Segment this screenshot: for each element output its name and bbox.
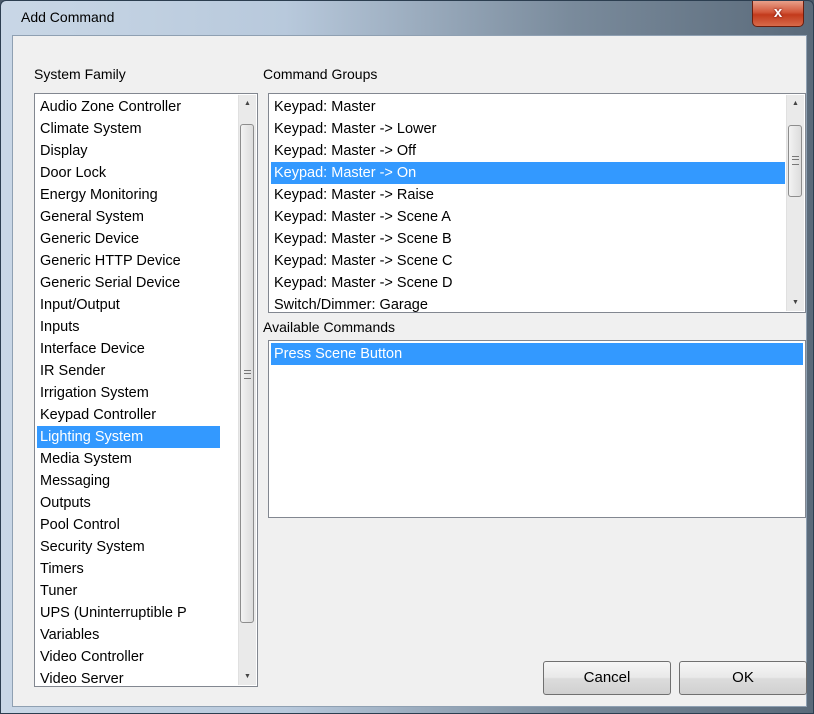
command-group-item[interactable]: Keypad: Master -> On — [271, 162, 785, 184]
command-group-item[interactable]: Keypad: Master -> Raise — [271, 184, 785, 206]
system-family-item[interactable]: Climate System — [37, 118, 220, 140]
system-family-listbox[interactable]: Audio Zone Controller Climate System Displ… — [34, 93, 258, 687]
available-commands-items: Press Scene Button — [271, 343, 803, 365]
available-command-item[interactable]: Press Scene Button — [271, 343, 803, 365]
system-family-item[interactable]: Video Controller — [37, 646, 220, 668]
command-groups-listbox[interactable]: Keypad: Master Keypad: Master -> Lower Key… — [268, 93, 806, 313]
command-group-item[interactable]: Keypad: Master — [271, 96, 785, 118]
ok-button[interactable]: OK — [679, 661, 807, 695]
system-family-item[interactable]: Pool Control — [37, 514, 220, 536]
system-family-items: Audio Zone Controller Climate System Displ… — [37, 96, 220, 686]
command-group-item[interactable]: Keypad: Master -> Lower — [271, 118, 785, 140]
system-family-item[interactable]: Generic Serial Device — [37, 272, 220, 294]
add-command-dialog: Add Command x System Family Audio Zone C… — [0, 0, 814, 714]
command-groups-scrollbar[interactable]: ▲ ▼ — [786, 95, 804, 311]
system-family-item[interactable]: UPS (Uninterruptible P — [37, 602, 220, 624]
command-group-item[interactable]: Keypad: Master -> Scene D — [271, 272, 785, 294]
command-group-item[interactable]: Switch/Dimmer: Garage — [271, 294, 785, 312]
chevron-down-icon[interactable]: ▼ — [239, 668, 256, 685]
title-bar[interactable]: Add Command x — [1, 1, 813, 33]
close-button[interactable]: x — [752, 1, 804, 27]
system-family-item[interactable]: Lighting System — [37, 426, 220, 448]
system-family-item[interactable]: IR Sender — [37, 360, 220, 382]
system-family-item[interactable]: Media System — [37, 448, 220, 470]
system-family-scrollbar[interactable]: ▲ ▼ — [238, 95, 256, 685]
system-family-item[interactable]: Security System — [37, 536, 220, 558]
system-family-item[interactable]: Outputs — [37, 492, 220, 514]
system-family-item[interactable]: Timers — [37, 558, 220, 580]
system-family-item[interactable]: Variables — [37, 624, 220, 646]
scroll-grip-icon — [792, 156, 799, 165]
window-title: Add Command — [21, 9, 115, 25]
system-family-item[interactable]: Irrigation System — [37, 382, 220, 404]
scrollbar-thumb[interactable] — [788, 125, 802, 197]
command-group-item[interactable]: Keypad: Master -> Scene A — [271, 206, 785, 228]
chevron-down-icon[interactable]: ▼ — [787, 294, 804, 311]
dialog-client-area: System Family Audio Zone Controller Clima… — [12, 35, 807, 707]
system-family-item[interactable]: Messaging — [37, 470, 220, 492]
system-family-label: System Family — [34, 66, 126, 82]
system-family-item[interactable]: Inputs — [37, 316, 220, 338]
command-group-item[interactable]: Keypad: Master -> Scene B — [271, 228, 785, 250]
cancel-button[interactable]: Cancel — [543, 661, 671, 695]
command-groups-items: Keypad: Master Keypad: Master -> Lower Key… — [271, 96, 785, 312]
command-group-item[interactable]: Keypad: Master -> Off — [271, 140, 785, 162]
scrollbar-thumb[interactable] — [240, 124, 254, 623]
command-groups-label: Command Groups — [263, 66, 378, 82]
command-group-item[interactable]: Keypad: Master -> Scene C — [271, 250, 785, 272]
chevron-up-icon[interactable]: ▲ — [239, 95, 256, 112]
system-family-item[interactable]: Energy Monitoring — [37, 184, 220, 206]
system-family-item[interactable]: General System — [37, 206, 220, 228]
available-commands-listbox[interactable]: Press Scene Button — [268, 340, 806, 518]
system-family-item[interactable]: Door Lock — [37, 162, 220, 184]
scroll-grip-icon — [244, 370, 251, 379]
system-family-item[interactable]: Generic Device — [37, 228, 220, 250]
system-family-item[interactable]: Interface Device — [37, 338, 220, 360]
system-family-item[interactable]: Input/Output — [37, 294, 220, 316]
chevron-up-icon[interactable]: ▲ — [787, 95, 804, 112]
system-family-item[interactable]: Generic HTTP Device — [37, 250, 220, 272]
system-family-item[interactable]: Audio Zone Controller — [37, 96, 220, 118]
system-family-item[interactable]: Keypad Controller — [37, 404, 220, 426]
close-icon: x — [773, 4, 783, 21]
system-family-item[interactable]: Tuner — [37, 580, 220, 602]
available-commands-label: Available Commands — [263, 319, 396, 335]
system-family-item[interactable]: Display — [37, 140, 220, 162]
system-family-item[interactable]: Video Server — [37, 668, 220, 686]
